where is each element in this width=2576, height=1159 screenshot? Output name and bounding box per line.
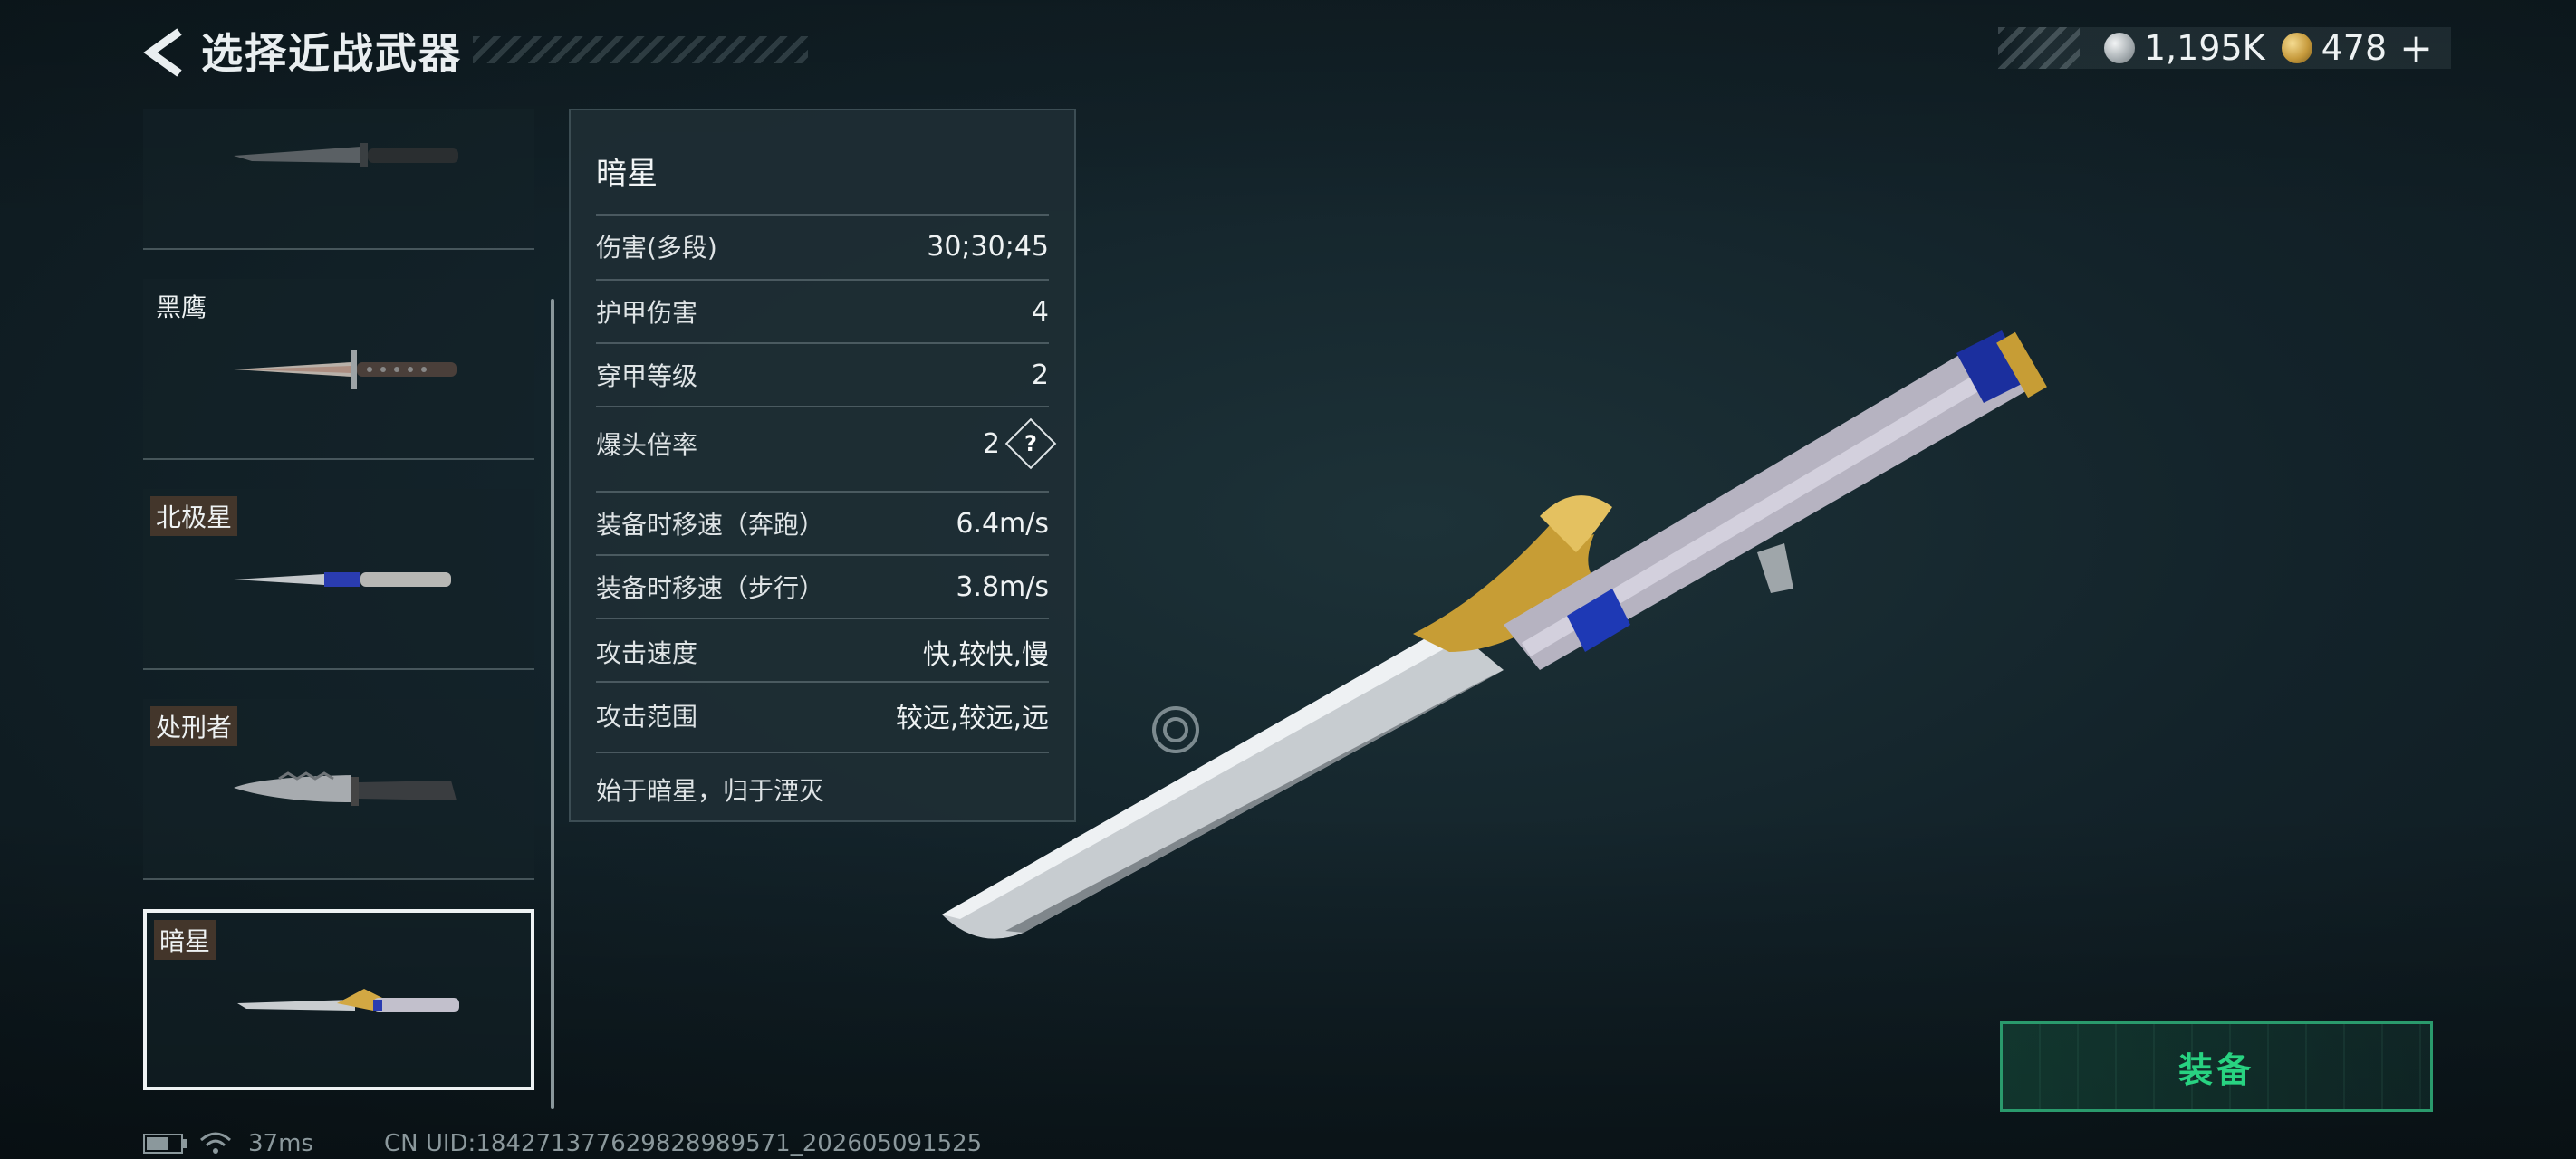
add-currency-icon[interactable]: +: [2399, 25, 2433, 72]
weapon-card[interactable]: [143, 109, 534, 250]
button-decoration: [2003, 1024, 2430, 1109]
combat-knife-icon: [234, 143, 458, 167]
silver-currency: 1,195K: [2103, 28, 2265, 68]
executioner-knife-icon: [234, 771, 457, 806]
rotate-view-icon[interactable]: [1150, 704, 1201, 755]
weapon-card[interactable]: 黑鹰: [143, 279, 534, 460]
back-button[interactable]: [138, 25, 192, 80]
weapon-title: 暗星: [596, 156, 658, 192]
weapon-card-selected[interactable]: 暗星: [143, 909, 534, 1090]
stat-label: 爆头倍率: [596, 430, 698, 460]
dark-star-knife-icon: [237, 989, 459, 1012]
wifi-icon: [200, 1132, 231, 1154]
stat-row-damage: 伤害(多段) 30;30;45: [596, 228, 1049, 264]
divider: [596, 214, 1049, 216]
stat-label: 攻击速度: [596, 638, 698, 668]
gold-currency[interactable]: 478 +: [2281, 25, 2433, 72]
gold-coin-icon: [2281, 33, 2312, 63]
weapon-card[interactable]: 处刑者: [143, 699, 534, 880]
battery-fill: [147, 1137, 168, 1150]
weapon-name: 暗星: [154, 920, 216, 960]
stat-label: 穿甲等级: [596, 361, 698, 391]
weapon-name: 北极星: [150, 496, 238, 536]
title-decoration: [473, 36, 808, 63]
stat-label: 伤害(多段): [596, 233, 717, 263]
weapon-name: 黑鹰: [156, 292, 207, 322]
card-divider: [143, 248, 534, 250]
weapon-list[interactable]: 黑鹰 北极星 处刑者 暗星: [143, 109, 554, 1109]
weapon-description: 始于暗星，归于湮灭: [596, 776, 825, 806]
weapon-name: 处刑者: [150, 706, 238, 746]
page-title-container: 选择近战武器: [201, 25, 808, 78]
uid-text: CN UID:184271377629828989571_20260509152…: [383, 1130, 983, 1157]
status-footer: 37ms CN UID:184271377629828989571_202605…: [143, 1130, 982, 1157]
card-divider: [143, 878, 534, 880]
stat-label: 攻击范围: [596, 702, 698, 732]
polaris-knife-icon: [234, 572, 451, 587]
weapon-card[interactable]: 北极星: [143, 489, 534, 670]
silver-amount: 1,195K: [2143, 28, 2265, 68]
gold-amount: 478: [2321, 28, 2388, 68]
weapon-showcase[interactable]: [942, 326, 2065, 942]
battery-icon: [143, 1134, 187, 1154]
black-hawk-knife-icon: [234, 350, 457, 389]
scrollbar[interactable]: [551, 299, 554, 1109]
currency-bar: 1,195K 478 +: [1998, 25, 2451, 72]
currency-decoration: [1998, 27, 2080, 69]
back-arrow-icon: [143, 28, 182, 77]
equip-button[interactable]: 装备: [2000, 1021, 2433, 1112]
ping-text: 37ms: [248, 1130, 313, 1157]
card-divider: [143, 668, 534, 670]
card-divider: [143, 458, 534, 460]
stat-value: 4: [1031, 295, 1049, 328]
divider: [596, 279, 1049, 281]
silver-coin-icon: [2103, 33, 2135, 63]
page-title: 选择近战武器: [201, 29, 462, 78]
stat-label: 装备时移速（步行）: [596, 573, 825, 603]
stat-row-armor-damage: 护甲伤害 4: [596, 293, 1049, 330]
stat-label: 装备时移速（奔跑）: [596, 510, 825, 540]
stat-label: 护甲伤害: [596, 298, 698, 328]
stat-value: 30;30;45: [927, 230, 1049, 263]
